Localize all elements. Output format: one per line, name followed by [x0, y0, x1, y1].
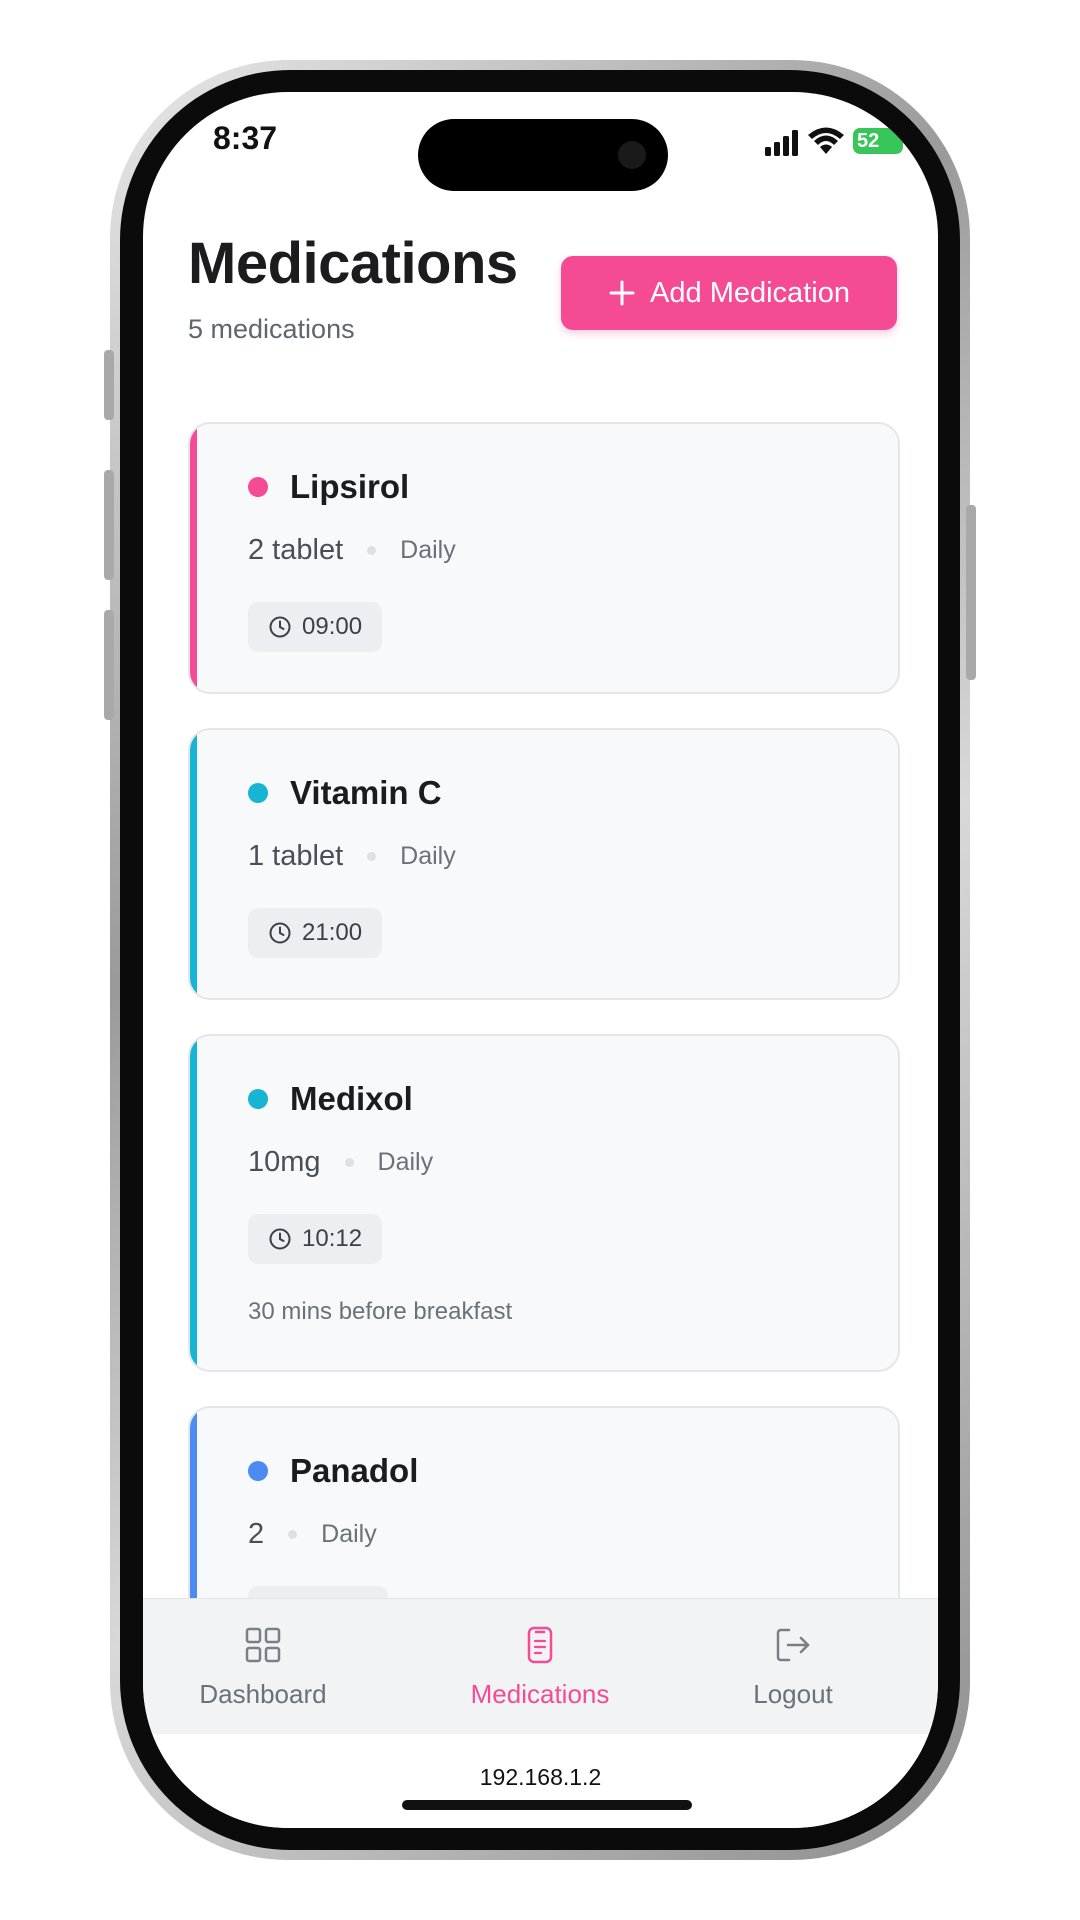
- power-button: [966, 505, 976, 680]
- medication-time: 09:00: [302, 613, 363, 640]
- battery-level: 52: [857, 130, 880, 152]
- status-time: 8:37: [213, 120, 278, 156]
- medication-card-medixol[interactable]: Medixol 10mg Daily 10:12 30 mins before …: [188, 1034, 900, 1372]
- card-accent-bar: [190, 424, 197, 692]
- logout-icon: [776, 1628, 810, 1662]
- clock-icon: [269, 616, 291, 638]
- medication-count: 5 medications: [188, 314, 355, 344]
- volume-down-button: [104, 610, 114, 720]
- cellular-signal-icon: [765, 130, 798, 156]
- add-medication-button[interactable]: Add Medication: [561, 256, 897, 330]
- medication-name: Vitamin C: [290, 774, 442, 811]
- nav-item-logout[interactable]: Logout: [693, 1623, 893, 1710]
- separator-dot: [344, 1158, 354, 1167]
- medication-card-lipsirol[interactable]: Lipsirol 2 tablet Daily 09:00: [188, 422, 900, 694]
- medication-frequency: Daily: [400, 842, 456, 870]
- medication-time: 21:00: [302, 919, 363, 946]
- color-dot: [248, 1461, 268, 1481]
- wifi-icon: [808, 127, 844, 154]
- page-title: Medications: [188, 231, 518, 296]
- plus-icon: [609, 280, 635, 306]
- battery-icon: 52: [853, 128, 903, 154]
- color-dot: [248, 1089, 268, 1109]
- nav-label: Medications: [470, 1679, 610, 1709]
- action-button: [104, 350, 114, 420]
- url-text: 192.168.1.2: [479, 1764, 602, 1790]
- clock-icon: [269, 1228, 291, 1250]
- medication-dose: 2: [248, 1518, 265, 1550]
- nav-label: Logout: [753, 1679, 833, 1709]
- medication-dose: 10mg: [248, 1146, 321, 1178]
- separator-dot: [288, 1530, 298, 1539]
- nav-item-dashboard[interactable]: Dashboard: [163, 1623, 363, 1710]
- medication-card-vitamin-c[interactable]: Vitamin C 1 tablet Daily 21:00: [188, 728, 900, 1000]
- medication-frequency: Daily: [400, 536, 456, 564]
- phone-screen: 8:37 52 Medications 5 medications Add Me…: [143, 92, 938, 1828]
- nav-label: Dashboard: [199, 1679, 327, 1709]
- medication-frequency: Daily: [377, 1148, 434, 1176]
- medication-frequency: Daily: [321, 1520, 377, 1548]
- add-medication-label: Add Medication: [650, 276, 850, 309]
- color-dot: [248, 783, 268, 803]
- separator-dot: [367, 852, 377, 861]
- status-bar: 8:37 52: [143, 92, 938, 192]
- volume-up-button: [104, 470, 114, 580]
- camera-icon: [618, 141, 646, 169]
- medication-name: Lipsirol: [290, 468, 410, 505]
- nav-item-medications[interactable]: Medications: [440, 1623, 640, 1710]
- card-accent-bar: [190, 1036, 197, 1370]
- clipboard-icon: [527, 1626, 553, 1664]
- clock-icon: [269, 922, 291, 944]
- home-indicator[interactable]: [402, 1800, 692, 1810]
- medication-note: 30 mins before breakfast: [248, 1298, 513, 1325]
- browser-url-bar[interactable]: 192.168.1.2: [143, 1734, 938, 1828]
- medication-time: 10:12: [302, 1225, 363, 1252]
- medication-dose: 1 tablet: [248, 840, 344, 872]
- time-chip: 09:00: [248, 602, 383, 652]
- grid-icon: [245, 1627, 281, 1663]
- dynamic-island: [418, 119, 668, 191]
- medication-dose: 2 tablet: [248, 534, 344, 566]
- separator-dot: [367, 546, 377, 555]
- time-chip: 21:00: [248, 908, 383, 958]
- color-dot: [248, 477, 268, 497]
- medication-name: Medixol: [290, 1080, 413, 1117]
- card-accent-bar: [190, 730, 197, 998]
- bottom-navigation: Dashboard Medications Logout: [143, 1598, 938, 1734]
- medication-name: Panadol: [290, 1452, 419, 1489]
- time-chip: 10:12: [248, 1214, 383, 1264]
